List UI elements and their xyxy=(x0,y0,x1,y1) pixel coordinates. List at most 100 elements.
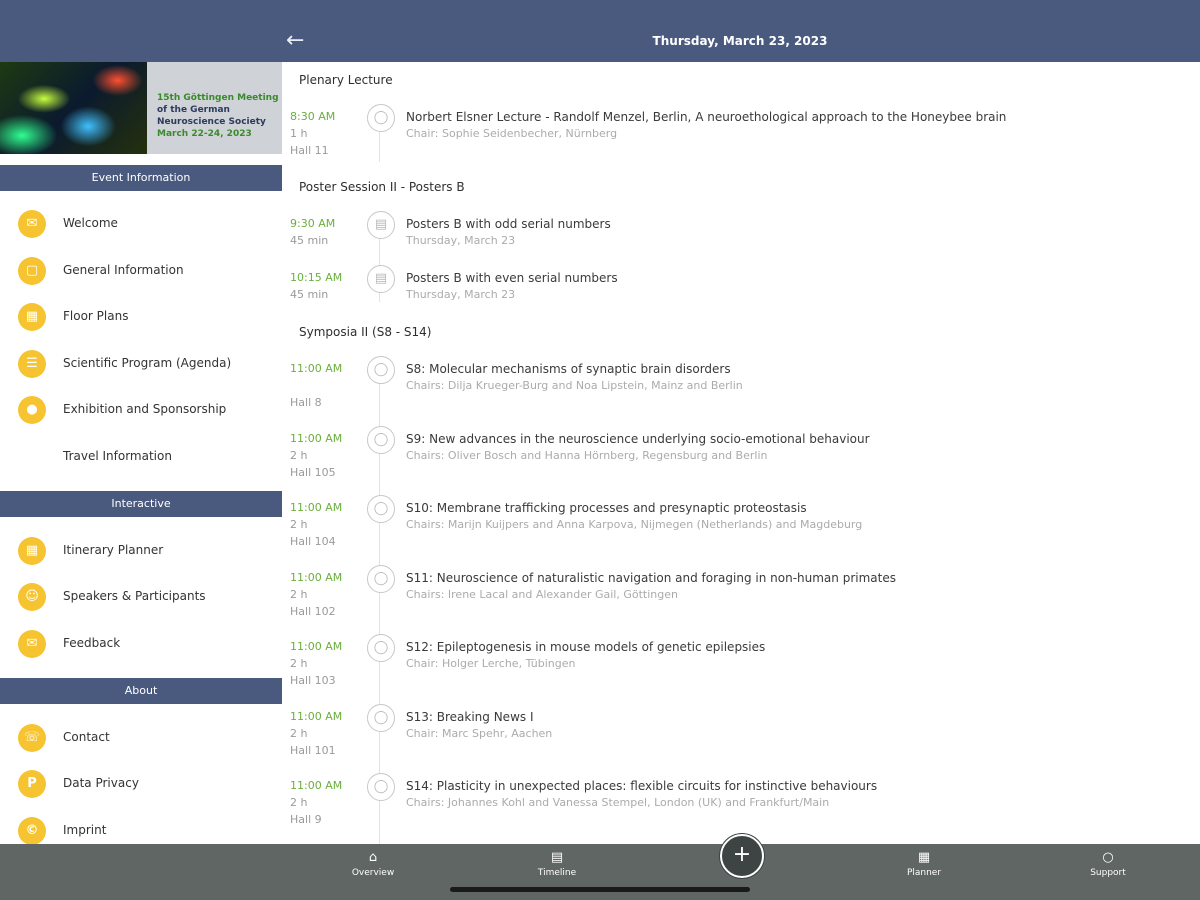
sidebar-item-itinerary-planner[interactable]: ▦ Itinerary Planner xyxy=(0,529,282,575)
section-title: Poster Session II - Posters B xyxy=(299,180,465,194)
session-time: 11:00 AM xyxy=(290,779,343,792)
top-bar: ← Thursday, March 23, 2023 xyxy=(0,0,1200,62)
session-title: S10: Membrane trafficking processes and … xyxy=(406,501,807,515)
session-hall: Hall 101 xyxy=(290,744,336,757)
session-title: S8: Molecular mechanisms of synaptic bra… xyxy=(406,362,731,376)
people-icon: ☺ xyxy=(18,583,46,611)
session-chair: Chairs: Marijn Kuijpers and Anna Karpova… xyxy=(406,518,863,531)
tab-support[interactable]: ○ Support xyxy=(1068,850,1148,890)
session-title: Norbert Elsner Lecture - Randolf Menzel,… xyxy=(406,110,1007,124)
session-time: 11:00 AM xyxy=(290,362,343,375)
lightbulb-icon: ◯ xyxy=(367,356,395,384)
session-time: 9:30 AM xyxy=(290,217,336,230)
sidebar-item-label: Feedback xyxy=(63,636,121,650)
session-hall: Hall 105 xyxy=(290,466,336,479)
session-time: 10:15 AM xyxy=(290,271,343,284)
session-duration: 2 h xyxy=(290,449,308,462)
sidebar-item-label: Travel Information xyxy=(63,449,172,463)
agenda-list[interactable]: Plenary Lecture 8:30 AM 1 h Hall 11 ◯ No… xyxy=(282,62,1200,844)
sidebar-item-floor-plans[interactable]: ▦ Floor Plans xyxy=(0,295,282,341)
sidebar-item-general-information[interactable]: ▢ General Information xyxy=(0,249,282,295)
session-duration: 2 h xyxy=(290,588,308,601)
location-pin-icon: ● xyxy=(18,396,46,424)
session-duration: 2 h xyxy=(290,518,308,531)
event-banner: 15th Göttingen Meeting of the German Neu… xyxy=(0,62,282,154)
banner-text: 15th Göttingen Meeting of the German Neu… xyxy=(147,62,282,154)
section-title: Plenary Lecture xyxy=(299,73,393,87)
home-icon: ⌂ xyxy=(368,850,378,865)
session-time: 11:00 AM xyxy=(290,571,343,584)
banner-date: March 22-24, 2023 xyxy=(157,129,252,139)
sidebar-item-label: Scientific Program (Agenda) xyxy=(63,356,232,370)
session-hall: Hall 104 xyxy=(290,535,336,548)
tab-overview[interactable]: ⌂ Overview xyxy=(333,850,413,890)
sidebar-item-scientific-program[interactable]: ☰ Scientific Program (Agenda) xyxy=(0,342,282,388)
support-icon: ○ xyxy=(1102,850,1114,865)
session-time: 11:00 AM xyxy=(290,640,343,653)
tab-label: Planner xyxy=(906,868,942,878)
session-duration: 2 h xyxy=(290,657,308,670)
sidebar-item-contact[interactable]: ☏ Contact xyxy=(0,716,282,762)
sidebar-item-welcome[interactable]: ✉ Welcome xyxy=(0,202,282,248)
session-time: 11:00 AM xyxy=(290,501,343,514)
section-title: Symposia II (S8 - S14) xyxy=(299,325,432,339)
map-icon: ▦ xyxy=(18,303,46,331)
tab-timeline[interactable]: ▤ Timeline xyxy=(517,850,597,890)
sidebar-item-label: Floor Plans xyxy=(63,309,129,323)
sidebar-item-label: Itinerary Planner xyxy=(63,543,164,557)
banner-line: 15th Göttingen Meeting xyxy=(157,93,279,103)
banner-image xyxy=(0,62,147,154)
session-title: Posters B with odd serial numbers xyxy=(406,217,611,231)
page-title: Thursday, March 23, 2023 xyxy=(652,34,828,48)
lightbulb-icon: ◯ xyxy=(367,634,395,662)
session-duration: 45 min xyxy=(290,288,329,301)
session-chair: Chair: Sophie Seidenbecher, Nürnberg xyxy=(406,127,618,140)
session-time: 11:00 AM xyxy=(290,710,343,723)
session-duration: 2 h xyxy=(290,796,308,809)
contact-icon: ☏ xyxy=(18,724,46,752)
sidebar-item-data-privacy[interactable]: P Data Privacy xyxy=(0,762,282,808)
chat-icon: ✉ xyxy=(18,630,46,658)
session-chair: Chair: Holger Lerche, Tübingen xyxy=(406,657,576,670)
home-indicator xyxy=(450,887,750,892)
timeline-icon: ▤ xyxy=(550,850,564,865)
session-time: 11:00 AM xyxy=(290,432,343,445)
session-duration: 45 min xyxy=(290,234,329,247)
lightbulb-icon: ◯ xyxy=(367,704,395,732)
sidebar-item-feedback[interactable]: ✉ Feedback xyxy=(0,622,282,668)
session-title: S12: Epileptogenesis in mouse models of … xyxy=(406,640,766,654)
banner-line: Neuroscience Society xyxy=(157,117,266,127)
privacy-icon: P xyxy=(18,770,46,798)
sidebar-item-travel-information[interactable]: Travel Information xyxy=(0,435,282,481)
tab-planner[interactable]: ▦ Planner xyxy=(884,850,964,890)
session-chair: Chair: Marc Spehr, Aachen xyxy=(406,727,553,740)
sidebar-item-label: General Information xyxy=(63,263,184,277)
sidebar-item-label: Speakers & Participants xyxy=(63,589,206,603)
sidebar-section-interactive: Interactive xyxy=(0,491,282,517)
sidebar-section-event-information: Event Information xyxy=(0,165,282,191)
lightbulb-icon: ◯ xyxy=(367,104,395,132)
session-hall: Hall 103 xyxy=(290,674,336,687)
calendar-grid-icon: ▦ xyxy=(18,537,46,565)
session-duration: 2 h xyxy=(290,727,308,740)
lightbulb-icon: ◯ xyxy=(367,565,395,593)
sidebar-item-exhibition[interactable]: ● Exhibition and Sponsorship xyxy=(0,388,282,434)
sidebar-item-imprint[interactable]: © Imprint xyxy=(0,809,282,844)
plus-icon: + xyxy=(732,842,752,867)
tab-label: Overview xyxy=(351,868,395,878)
sidebar-item-label: Welcome xyxy=(63,216,118,230)
welcome-icon: ✉ xyxy=(18,210,46,238)
calendar-icon: ▦ xyxy=(917,850,931,865)
agenda-icon: ☰ xyxy=(18,350,46,378)
session-title: Posters B with even serial numbers xyxy=(406,271,618,285)
tab-label: Timeline xyxy=(537,868,577,878)
session-title: S13: Breaking News I xyxy=(406,710,534,724)
session-hall: Hall 8 xyxy=(290,396,322,409)
session-title: S14: Plasticity in unexpected places: fl… xyxy=(406,779,878,793)
session-hall: Hall 9 xyxy=(290,813,322,826)
sidebar-item-speakers[interactable]: ☺ Speakers & Participants xyxy=(0,575,282,621)
add-button[interactable]: + xyxy=(720,834,764,878)
session-chair: Chairs: Johannes Kohl and Vanessa Stempe… xyxy=(406,796,830,809)
back-arrow-icon[interactable]: ← xyxy=(286,28,312,54)
imprint-icon: © xyxy=(18,817,46,844)
